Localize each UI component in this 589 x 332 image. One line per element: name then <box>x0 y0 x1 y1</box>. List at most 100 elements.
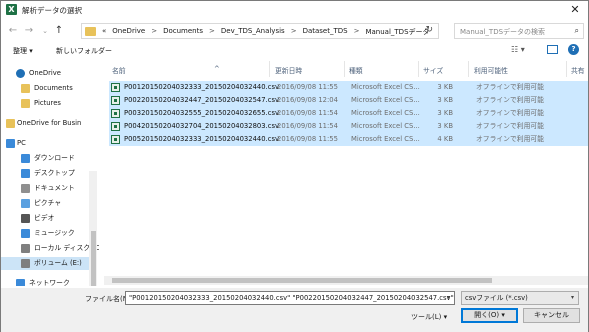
file-name: P00120150204032333_20150204032440.csv <box>124 83 280 91</box>
column-header-type[interactable]: 種類 <box>349 65 363 75</box>
column-divider[interactable] <box>344 61 345 77</box>
command-bar: 整理 ▾ 新しいフォルダー ☷ ▾ ? <box>1 43 588 59</box>
column-header-row: ^ 名前 更新日時 種類 サイズ 利用可能性 共有 <box>104 61 588 77</box>
recent-locations-icon[interactable]: ⌄ <box>39 25 51 37</box>
help-icon[interactable]: ? <box>568 44 579 55</box>
open-dropdown-icon[interactable]: ▾ <box>501 311 505 319</box>
sidebar-item-network[interactable]: ネットワーク <box>1 277 97 286</box>
search-input[interactable]: Manual_TDSデータの検索 ⌕ <box>454 23 584 39</box>
column-header-name[interactable]: 名前 <box>112 65 126 75</box>
address-row: ← → ⌄ ↑ « OneDrive > Documents > Dev_TDS… <box>1 19 588 43</box>
file-name: P00320150204032555_20150204032655.csv <box>124 109 280 117</box>
sidebar-item-music[interactable]: ミュージック <box>1 227 97 240</box>
documents-icon <box>21 184 30 193</box>
file-type: Microsoft Excel CS... <box>351 122 420 130</box>
folder-icon <box>21 84 30 93</box>
cancel-button[interactable]: キャンセル <box>523 308 580 323</box>
close-button[interactable]: ✕ <box>568 3 582 17</box>
sidebar-item-onedrive[interactable]: OneDrive <box>1 67 97 80</box>
navigation-pane: OneDrive Documents Pictures OneDrive for… <box>1 61 99 286</box>
chevron-right-icon[interactable]: > <box>206 27 218 37</box>
file-type: Microsoft Excel CS... <box>351 83 420 91</box>
file-availability: オフラインで利用可能 <box>476 135 544 143</box>
file-name: P00420150204032704_20150204032803.csv <box>124 122 280 130</box>
column-divider[interactable] <box>566 61 567 77</box>
file-row[interactable]: P00120150204032333_20150204032440.csv 20… <box>109 81 588 94</box>
title-bar: X 解析データの選択 ✕ <box>1 1 588 19</box>
file-row[interactable]: P00520150204032333_20150204032440.csv 20… <box>109 133 588 146</box>
column-header-modified[interactable]: 更新日時 <box>275 65 302 75</box>
sidebar-item-documents[interactable]: Documents <box>1 82 97 95</box>
pc-icon <box>6 139 15 148</box>
breadcrumb-overflow[interactable]: « <box>99 27 109 37</box>
open-button[interactable]: 開く(O) ▾ <box>461 308 518 323</box>
horizontal-scrollbar[interactable] <box>104 276 588 285</box>
column-header-size[interactable]: サイズ <box>423 65 443 75</box>
sidebar-item-video[interactable]: ビデオ <box>1 212 97 225</box>
video-icon <box>21 214 30 223</box>
chevron-right-icon[interactable]: > <box>288 27 300 37</box>
drive-icon <box>21 244 30 253</box>
horizontal-scrollbar-thumb[interactable] <box>112 278 492 283</box>
filter-selected: csvファイル (*.csv) <box>465 294 528 302</box>
search-icon[interactable]: ⌕ <box>575 26 579 36</box>
address-bar[interactable]: « OneDrive > Documents > Dev_TDS_Analysi… <box>81 23 439 39</box>
file-modified: 2016/09/08 11:55 <box>277 83 338 91</box>
file-open-dialog: X 解析データの選択 ✕ ← → ⌄ ↑ « OneDrive > Docume… <box>0 0 589 332</box>
new-folder-button[interactable]: 新しいフォルダー <box>56 46 112 56</box>
preview-pane-icon[interactable] <box>547 45 558 54</box>
excel-app-icon: X <box>6 4 17 15</box>
file-availability: オフラインで利用可能 <box>476 109 544 117</box>
sidebar-item-downloads[interactable]: ダウンロード <box>1 152 97 165</box>
chevron-down-icon[interactable]: ⌄ <box>410 26 416 34</box>
excel-csv-icon <box>111 96 120 105</box>
file-availability: オフラインで利用可能 <box>476 83 544 91</box>
back-arrow-icon[interactable]: ← <box>7 25 19 37</box>
file-type-filter[interactable]: csvファイル (*.csv) ▾ <box>461 291 579 305</box>
breadcrumb: « OneDrive > Documents > Dev_TDS_Analysi… <box>99 27 433 37</box>
breadcrumb-documents[interactable]: Documents <box>160 27 206 37</box>
file-size: 4 KB <box>437 135 453 143</box>
nav-scrollbar-thumb[interactable] <box>91 231 96 286</box>
file-row[interactable]: P00320150204032555_20150204032655.csv 20… <box>109 107 588 120</box>
sidebar-item-pictures-jp[interactable]: ピクチャ <box>1 197 97 210</box>
search-placeholder: Manual_TDSデータの検索 <box>460 28 546 36</box>
sidebar-item-local-disk[interactable]: ローカル ディスク (C <box>1 242 99 255</box>
file-size: 3 KB <box>437 83 453 91</box>
sidebar-item-onedrive-business[interactable]: OneDrive for Busin <box>1 117 97 130</box>
breadcrumb-dataset-tds[interactable]: Dataset_TDS <box>300 27 351 37</box>
up-arrow-icon[interactable]: ↑ <box>53 25 65 37</box>
chevron-down-icon[interactable]: ▾ <box>447 294 450 301</box>
column-divider[interactable] <box>468 61 469 77</box>
view-options-icon[interactable]: ☷ ▾ <box>511 45 525 54</box>
breadcrumb-manual-tds[interactable]: Manual_TDSデータ <box>362 27 432 37</box>
folder-icon <box>6 119 15 128</box>
sidebar-item-pictures[interactable]: Pictures <box>1 97 97 110</box>
breadcrumb-onedrive[interactable]: OneDrive <box>109 27 148 37</box>
file-type: Microsoft Excel CS... <box>351 109 420 117</box>
organize-button[interactable]: 整理 ▾ <box>13 46 33 56</box>
chevron-right-icon[interactable]: > <box>148 27 160 37</box>
file-modified: 2016/09/08 11:54 <box>277 109 338 117</box>
sidebar-item-volume-e[interactable]: ボリューム (E:) <box>1 257 97 270</box>
column-divider[interactable] <box>269 61 270 77</box>
refresh-icon[interactable]: ↻ <box>425 25 433 35</box>
file-list: ^ 名前 更新日時 種類 サイズ 利用可能性 共有 P0012015020403… <box>104 61 588 286</box>
open-button-label: 開く(O) <box>474 311 500 319</box>
excel-csv-icon <box>111 135 120 144</box>
sidebar-item-desktop[interactable]: デスクトップ <box>1 167 97 180</box>
drive-icon <box>21 259 30 268</box>
sidebar-item-pc[interactable]: PC <box>1 137 97 150</box>
sidebar-item-documents-jp[interactable]: ドキュメント <box>1 182 97 195</box>
file-row[interactable]: P00420150204032704_20150204032803.csv 20… <box>109 120 588 133</box>
column-header-shared[interactable]: 共有 <box>571 65 585 75</box>
breadcrumb-dev-tds-analysis[interactable]: Dev_TDS_Analysis <box>218 27 288 37</box>
forward-arrow-icon[interactable]: → <box>23 25 35 37</box>
column-divider[interactable] <box>418 61 419 77</box>
column-header-availability[interactable]: 利用可能性 <box>474 65 508 75</box>
file-row[interactable]: P00220150204032447_20150204032547.csv 20… <box>109 94 588 107</box>
tools-menu-button[interactable]: ツール(L) ▾ <box>411 312 447 322</box>
file-size: 3 KB <box>437 109 453 117</box>
chevron-right-icon[interactable]: > <box>351 27 363 37</box>
filename-input[interactable]: "P00120150204032333_20150204032440.csv" … <box>125 291 455 305</box>
